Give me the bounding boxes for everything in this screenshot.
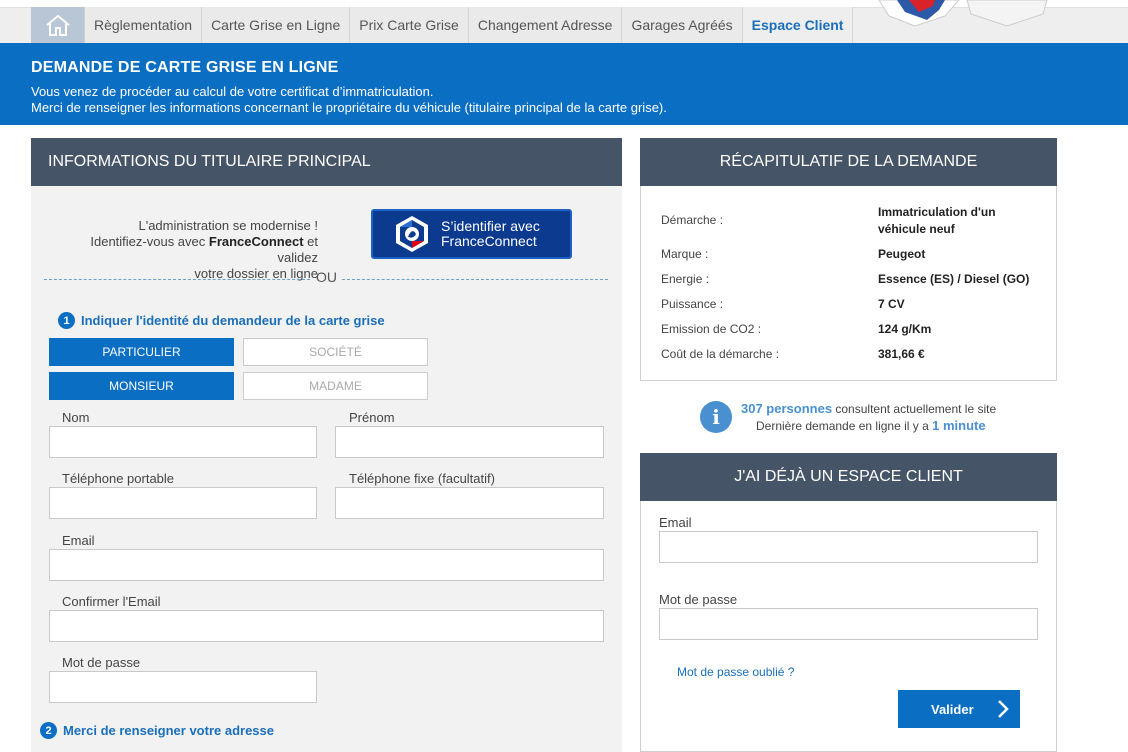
valider-button-label: Valider [931, 701, 974, 717]
page-banner: DEMANDE DE CARTE GRISE EN LIGNE Vous ven… [0, 43, 1128, 125]
tel-portable-input[interactable] [49, 487, 317, 519]
banner-line-1: Vous venez de procéder au calcul de votr… [31, 84, 434, 99]
nav-item-prix-carte-grise[interactable]: Prix Carte Grise [350, 7, 469, 43]
recap-label-energie: Energie : [661, 272, 710, 286]
franceconnect-logo-icon [396, 216, 428, 252]
particulier-toggle[interactable]: PARTICULIER [49, 338, 234, 366]
chevron-right-icon [998, 700, 1009, 718]
franceconnect-intro: L'administration se modernise ! Identifi… [50, 218, 318, 282]
info-icon: i [700, 401, 732, 433]
recap-label-co2: Emission de CO2 : [661, 322, 762, 336]
confirm-email-label: Confirmer l'Email [62, 594, 161, 609]
nom-label: Nom [62, 410, 90, 425]
main-nav: Règlementation Carte Grise en Ligne Prix… [31, 7, 854, 43]
page-title: DEMANDE DE CARTE GRISE EN LIGNE [31, 59, 339, 76]
top-navigation: Règlementation Carte Grise en Ligne Prix… [0, 0, 1128, 43]
franceconnect-button[interactable]: S’identifier avec FranceConnect [371, 209, 572, 259]
recap-value-energie: Essence (ES) / Diesel (GO) [878, 272, 1030, 286]
email-label: Email [62, 533, 95, 548]
recap-label-puissance: Puissance : [661, 297, 724, 311]
step-2-label: Merci de renseigner votre adresse [63, 723, 274, 738]
prenom-input[interactable] [335, 426, 604, 458]
recap-value-demarche: Immatriculation d'un véhicule neuf [878, 205, 996, 236]
client-password-input[interactable] [659, 608, 1038, 640]
nav-item-carte-grise-en-ligne[interactable]: Carte Grise en Ligne [202, 7, 351, 43]
recap-value-marque: Peugeot [878, 247, 926, 261]
nav-item-garages-agrees[interactable]: Garages Agréés [622, 7, 743, 43]
site-logo[interactable] [875, 0, 1055, 30]
prenom-label: Prénom [349, 410, 395, 425]
recap-label-marque: Marque : [661, 247, 709, 261]
titulaire-header: INFORMATIONS DU TITULAIRE PRINCIPAL [31, 138, 622, 186]
tel-fixe-input[interactable] [335, 487, 604, 519]
step-1-heading: 1 Indiquer l'identité du demandeur de la… [58, 312, 385, 329]
email-input[interactable] [49, 549, 604, 581]
fc-intro-line-2: Identifiez-vous avec FranceConnect et va… [90, 234, 318, 265]
recap-value-co2: 124 g/Km [878, 322, 932, 336]
step-number-badge: 1 [58, 312, 75, 329]
step-2-heading: 2 Merci de renseigner votre adresse [40, 722, 274, 739]
client-password-label: Mot de passe [659, 592, 738, 607]
tel-fixe-label: Téléphone fixe (facultatif) [349, 471, 495, 486]
recap-value-cout: 381,66 € [878, 347, 925, 361]
nav-item-espace-client[interactable]: Espace Client [742, 7, 854, 43]
step-number-badge: 2 [40, 722, 57, 739]
recap-header: RÉCAPITULATIF DE LA DEMANDE [640, 138, 1057, 186]
nav-item-reglementation[interactable]: Règlementation [85, 7, 203, 43]
client-login-header: J'AI DÉJÀ UN ESPACE CLIENT [640, 453, 1057, 501]
home-icon [45, 14, 70, 36]
visitors-count-text: 307 personnes consultent actuellement le… [741, 401, 997, 416]
divider-right [342, 279, 608, 280]
madame-toggle[interactable]: MADAME [243, 372, 428, 400]
step-1-label: Indiquer l'identité du demandeur de la c… [81, 313, 385, 328]
confirm-email-input[interactable] [49, 610, 604, 642]
password-input[interactable] [49, 671, 317, 703]
or-separator: OU [316, 269, 337, 285]
recap-label-demarche: Démarche : [661, 213, 724, 227]
recap-value-puissance: 7 CV [878, 297, 905, 311]
monsieur-toggle[interactable]: MONSIEUR [49, 372, 234, 400]
nom-input[interactable] [49, 426, 317, 458]
recap-label-cout: Coût de la démarche : [661, 347, 780, 361]
password-label: Mot de passe [62, 655, 141, 670]
fc-intro-line-1: L'administration se modernise ! [138, 218, 318, 233]
client-email-label: Email [659, 515, 692, 530]
franceconnect-button-label: S’identifier avec FranceConnect [441, 218, 540, 249]
forgot-password-link[interactable]: Mot de passe oublié ? [677, 665, 794, 679]
tel-portable-label: Téléphone portable [62, 471, 175, 486]
home-button[interactable] [31, 7, 85, 43]
banner-line-2: Merci de renseigner les informations con… [31, 100, 667, 115]
last-request-text: Dernière demande en ligne il y a 1 minut… [756, 418, 986, 433]
valider-button[interactable]: Valider [898, 690, 1020, 728]
divider-left [44, 279, 310, 280]
client-email-input[interactable] [659, 531, 1038, 563]
societe-toggle[interactable]: SOCIÉTÉ [243, 338, 428, 366]
nav-item-changement-adresse[interactable]: Changement Adresse [468, 7, 623, 43]
